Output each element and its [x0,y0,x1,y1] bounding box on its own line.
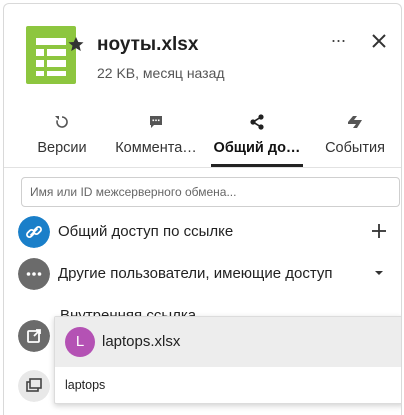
tab-comments-label: Коммента… [115,140,197,156]
more-icon [18,258,50,290]
share-icon [250,114,264,130]
file-name: ноуты.xlsx [97,34,199,55]
close-icon[interactable] [368,30,390,52]
share-link-label: Общий доступ по ссылке [58,223,234,240]
autocomplete-option-label: laptops.xlsx [102,333,181,350]
tab-comments[interactable]: Коммента… [107,109,205,167]
other-users-label: Другие пользователи, имеющие доступ [58,265,333,282]
other-users-row[interactable]: Другие пользователи, имеющие доступ [18,258,390,292]
copy-icon [18,370,50,402]
autocomplete-dropdown: L laptops.xlsx laptops [54,316,401,404]
search-query-text[interactable]: laptops [65,378,105,392]
more-actions-button[interactable]: ··· [326,30,350,50]
history-icon [55,116,68,128]
spreadsheet-icon [26,26,84,84]
tab-sharing[interactable]: Общий до… [207,109,307,167]
share-link-row[interactable]: Общий доступ по ссылке [18,216,390,250]
tab-sharing-label: Общий до… [213,140,301,156]
tab-activity[interactable]: События [309,109,401,167]
file-meta: 22 KB, месяц назад [97,65,225,81]
avatar: L [65,327,95,357]
tab-bar: Версии Коммента… Общий до… События [4,109,401,168]
caret-down-icon[interactable] [368,262,390,284]
activity-icon [348,116,362,128]
tab-versions[interactable]: Версии [14,109,110,167]
share-with-input[interactable] [21,177,400,207]
tab-versions-label: Версии [37,140,87,156]
plus-icon[interactable] [368,220,390,242]
autocomplete-option[interactable]: L laptops.xlsx [55,317,401,367]
external-link-icon [18,320,50,352]
link-icon [18,216,50,248]
tab-activity-label: События [325,140,385,156]
file-details-panel: ноуты.xlsx 22 KB, месяц назад ··· Версии… [3,3,402,415]
comment-icon [150,116,162,128]
